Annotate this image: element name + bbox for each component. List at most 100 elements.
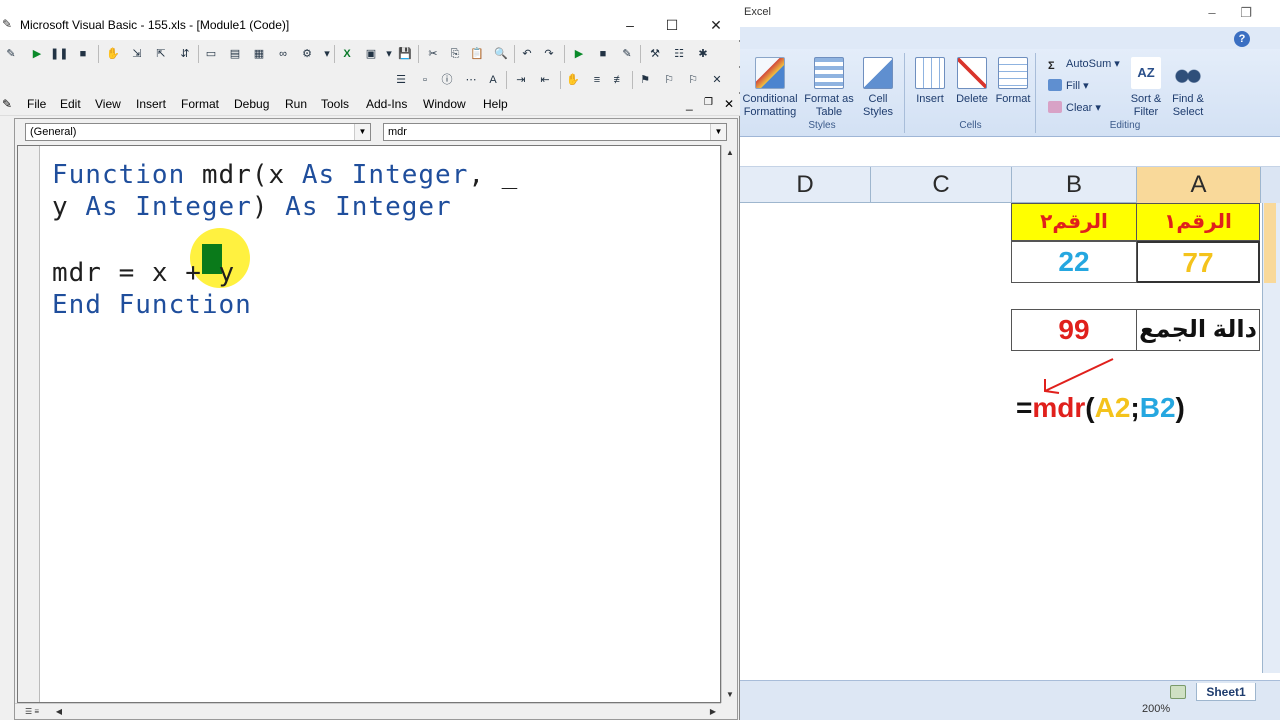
- column-header-d[interactable]: D: [740, 167, 870, 203]
- outdent-icon[interactable]: ⇤: [536, 71, 554, 89]
- menu-app-icon[interactable]: ✎: [2, 97, 12, 111]
- menu-help[interactable]: Help: [483, 97, 508, 111]
- child-minimize-button[interactable]: _: [686, 97, 693, 111]
- cell-a4[interactable]: دالة الجمع: [1136, 309, 1260, 351]
- code-margin[interactable]: [18, 146, 40, 702]
- vba-close-button[interactable]: ✕: [696, 12, 736, 38]
- menu-file[interactable]: File: [27, 97, 46, 111]
- watch-window-icon[interactable]: ▦: [250, 45, 268, 63]
- cell-b4[interactable]: 99: [1011, 309, 1137, 351]
- format-as-table-button[interactable]: Format as Table: [804, 57, 854, 119]
- indent-icon[interactable]: ⇥: [512, 71, 530, 89]
- procedure-combo[interactable]: mdr ▼: [383, 123, 727, 141]
- list-properties-icon[interactable]: ☰: [392, 71, 410, 89]
- menu-run[interactable]: Run: [285, 97, 307, 111]
- cell-styles-button[interactable]: Cell Styles: [856, 57, 900, 119]
- menu-window[interactable]: Window: [423, 97, 466, 111]
- call-stack-icon[interactable]: ⚙: [298, 45, 316, 63]
- fill-button[interactable]: Fill ▾: [1048, 79, 1089, 92]
- save-icon[interactable]: 💾: [396, 45, 414, 63]
- menu-insert[interactable]: Insert: [136, 97, 166, 111]
- menu-tools[interactable]: Tools: [321, 97, 349, 111]
- conditional-formatting-button[interactable]: Conditional Formatting: [740, 57, 800, 119]
- clear-bookmarks-icon[interactable]: ✕: [708, 71, 726, 89]
- clear-button[interactable]: Clear ▾: [1048, 101, 1101, 114]
- cell-b2[interactable]: 22: [1011, 241, 1137, 283]
- row-header-1[interactable]: [1264, 203, 1276, 241]
- find-select-button[interactable]: Find & Select: [1168, 57, 1208, 119]
- insert-cells-button[interactable]: Insert: [910, 57, 950, 106]
- list-constants-icon[interactable]: ▫: [416, 71, 434, 89]
- design-mode-icon[interactable]: ✎: [2, 45, 20, 63]
- column-header-a[interactable]: A: [1136, 167, 1260, 203]
- toggle-bookmark-icon[interactable]: ⚑: [636, 71, 654, 89]
- autosum-button[interactable]: Σ AutoSum ▾: [1048, 57, 1120, 72]
- horizontal-scrollbar[interactable]: ☰ ≡ ◀ ▶: [15, 703, 721, 719]
- column-header-b[interactable]: B: [1011, 167, 1136, 203]
- chevron-down-icon[interactable]: ▼: [710, 124, 726, 140]
- run-sub-icon[interactable]: ▶: [570, 45, 588, 63]
- immediate-window-icon[interactable]: ▤: [226, 45, 244, 63]
- cell-b1[interactable]: الرقم٢: [1011, 203, 1137, 241]
- scroll-down-icon[interactable]: ▼: [722, 687, 738, 703]
- previous-bookmark-icon[interactable]: ⚐: [684, 71, 702, 89]
- properties-window-icon[interactable]: ☷: [670, 45, 688, 63]
- stop-icon[interactable]: ■: [594, 45, 612, 63]
- toggle-breakpoint-icon[interactable]: ✋: [104, 45, 122, 63]
- child-restore-button[interactable]: ❐: [704, 97, 713, 108]
- break-icon[interactable]: ❚❚: [50, 45, 68, 63]
- cut-icon[interactable]: ✂: [424, 45, 442, 63]
- view-toggle-icon[interactable]: ☰ ≡: [17, 704, 47, 720]
- find-icon[interactable]: 🔍: [492, 45, 510, 63]
- object-combo[interactable]: (General) ▼: [25, 123, 371, 141]
- menu-add-ins[interactable]: Add-Ins: [366, 97, 407, 111]
- column-header-c[interactable]: C: [870, 167, 1011, 203]
- quick-info-icon[interactable]: ⓘ: [438, 71, 456, 89]
- select-all-corner[interactable]: [1260, 167, 1280, 203]
- sheet1-tab[interactable]: Sheet1: [1196, 683, 1256, 701]
- cell-a1[interactable]: الرقم١: [1136, 203, 1260, 241]
- step-into-icon[interactable]: ⇲: [128, 45, 146, 63]
- quick-watch-icon[interactable]: ∞: [274, 45, 292, 63]
- help-icon[interactable]: ?: [1234, 31, 1250, 47]
- menu-debug[interactable]: Debug: [234, 97, 269, 111]
- format-cells-button[interactable]: Format: [992, 57, 1034, 106]
- run-icon[interactable]: ▶: [28, 45, 46, 63]
- toggle-breakpoint-hand-icon[interactable]: ✋: [564, 71, 582, 89]
- chevron-down-icon[interactable]: ▼: [354, 124, 370, 140]
- sort-filter-button[interactable]: AZ Sort & Filter: [1126, 57, 1166, 119]
- vba-minimize-button[interactable]: –: [610, 12, 650, 38]
- menu-format[interactable]: Format: [181, 97, 219, 111]
- step-over-icon[interactable]: ⇱: [152, 45, 170, 63]
- design-mode-toggle-icon[interactable]: ✎: [618, 45, 636, 63]
- complete-word-icon[interactable]: A: [484, 71, 502, 89]
- excel-restore-button[interactable]: ❐: [1236, 4, 1256, 22]
- uncomment-block-icon[interactable]: ≢: [610, 71, 628, 89]
- formula-bar[interactable]: [740, 137, 1280, 167]
- vertical-scrollbar[interactable]: ▲ ▼: [721, 145, 737, 703]
- parameter-info-icon[interactable]: ⋯: [462, 71, 480, 89]
- scroll-right-icon[interactable]: ▶: [705, 704, 721, 720]
- delete-cells-button[interactable]: Delete: [952, 57, 992, 106]
- scroll-left-icon[interactable]: ◀: [51, 704, 67, 720]
- insert-module-icon[interactable]: ▣: [362, 45, 380, 63]
- copy-icon[interactable]: ⎘: [446, 45, 464, 63]
- vba-maximize-button[interactable]: ☐: [652, 12, 692, 38]
- next-bookmark-icon[interactable]: ⚐: [660, 71, 678, 89]
- child-close-button[interactable]: ✕: [724, 97, 734, 111]
- comment-block-icon[interactable]: ≡: [588, 71, 606, 89]
- excel-minimize-button[interactable]: –: [1202, 4, 1222, 22]
- reset-icon[interactable]: ■: [74, 45, 92, 63]
- cell-a2[interactable]: 77: [1136, 241, 1260, 283]
- step-out-icon[interactable]: ⇵: [176, 45, 194, 63]
- view-excel-icon[interactable]: X: [338, 45, 356, 63]
- project-explorer-icon[interactable]: ⚒: [646, 45, 664, 63]
- insert-sheet-icon[interactable]: [1170, 685, 1186, 699]
- paste-icon[interactable]: 📋: [468, 45, 486, 63]
- locals-window-icon[interactable]: ▭: [202, 45, 220, 63]
- redo-icon[interactable]: ↷: [540, 45, 558, 63]
- menu-view[interactable]: View: [95, 97, 121, 111]
- zoom-level[interactable]: 200%: [1142, 703, 1170, 715]
- row-header-2[interactable]: [1264, 241, 1276, 283]
- undo-icon[interactable]: ↶: [518, 45, 536, 63]
